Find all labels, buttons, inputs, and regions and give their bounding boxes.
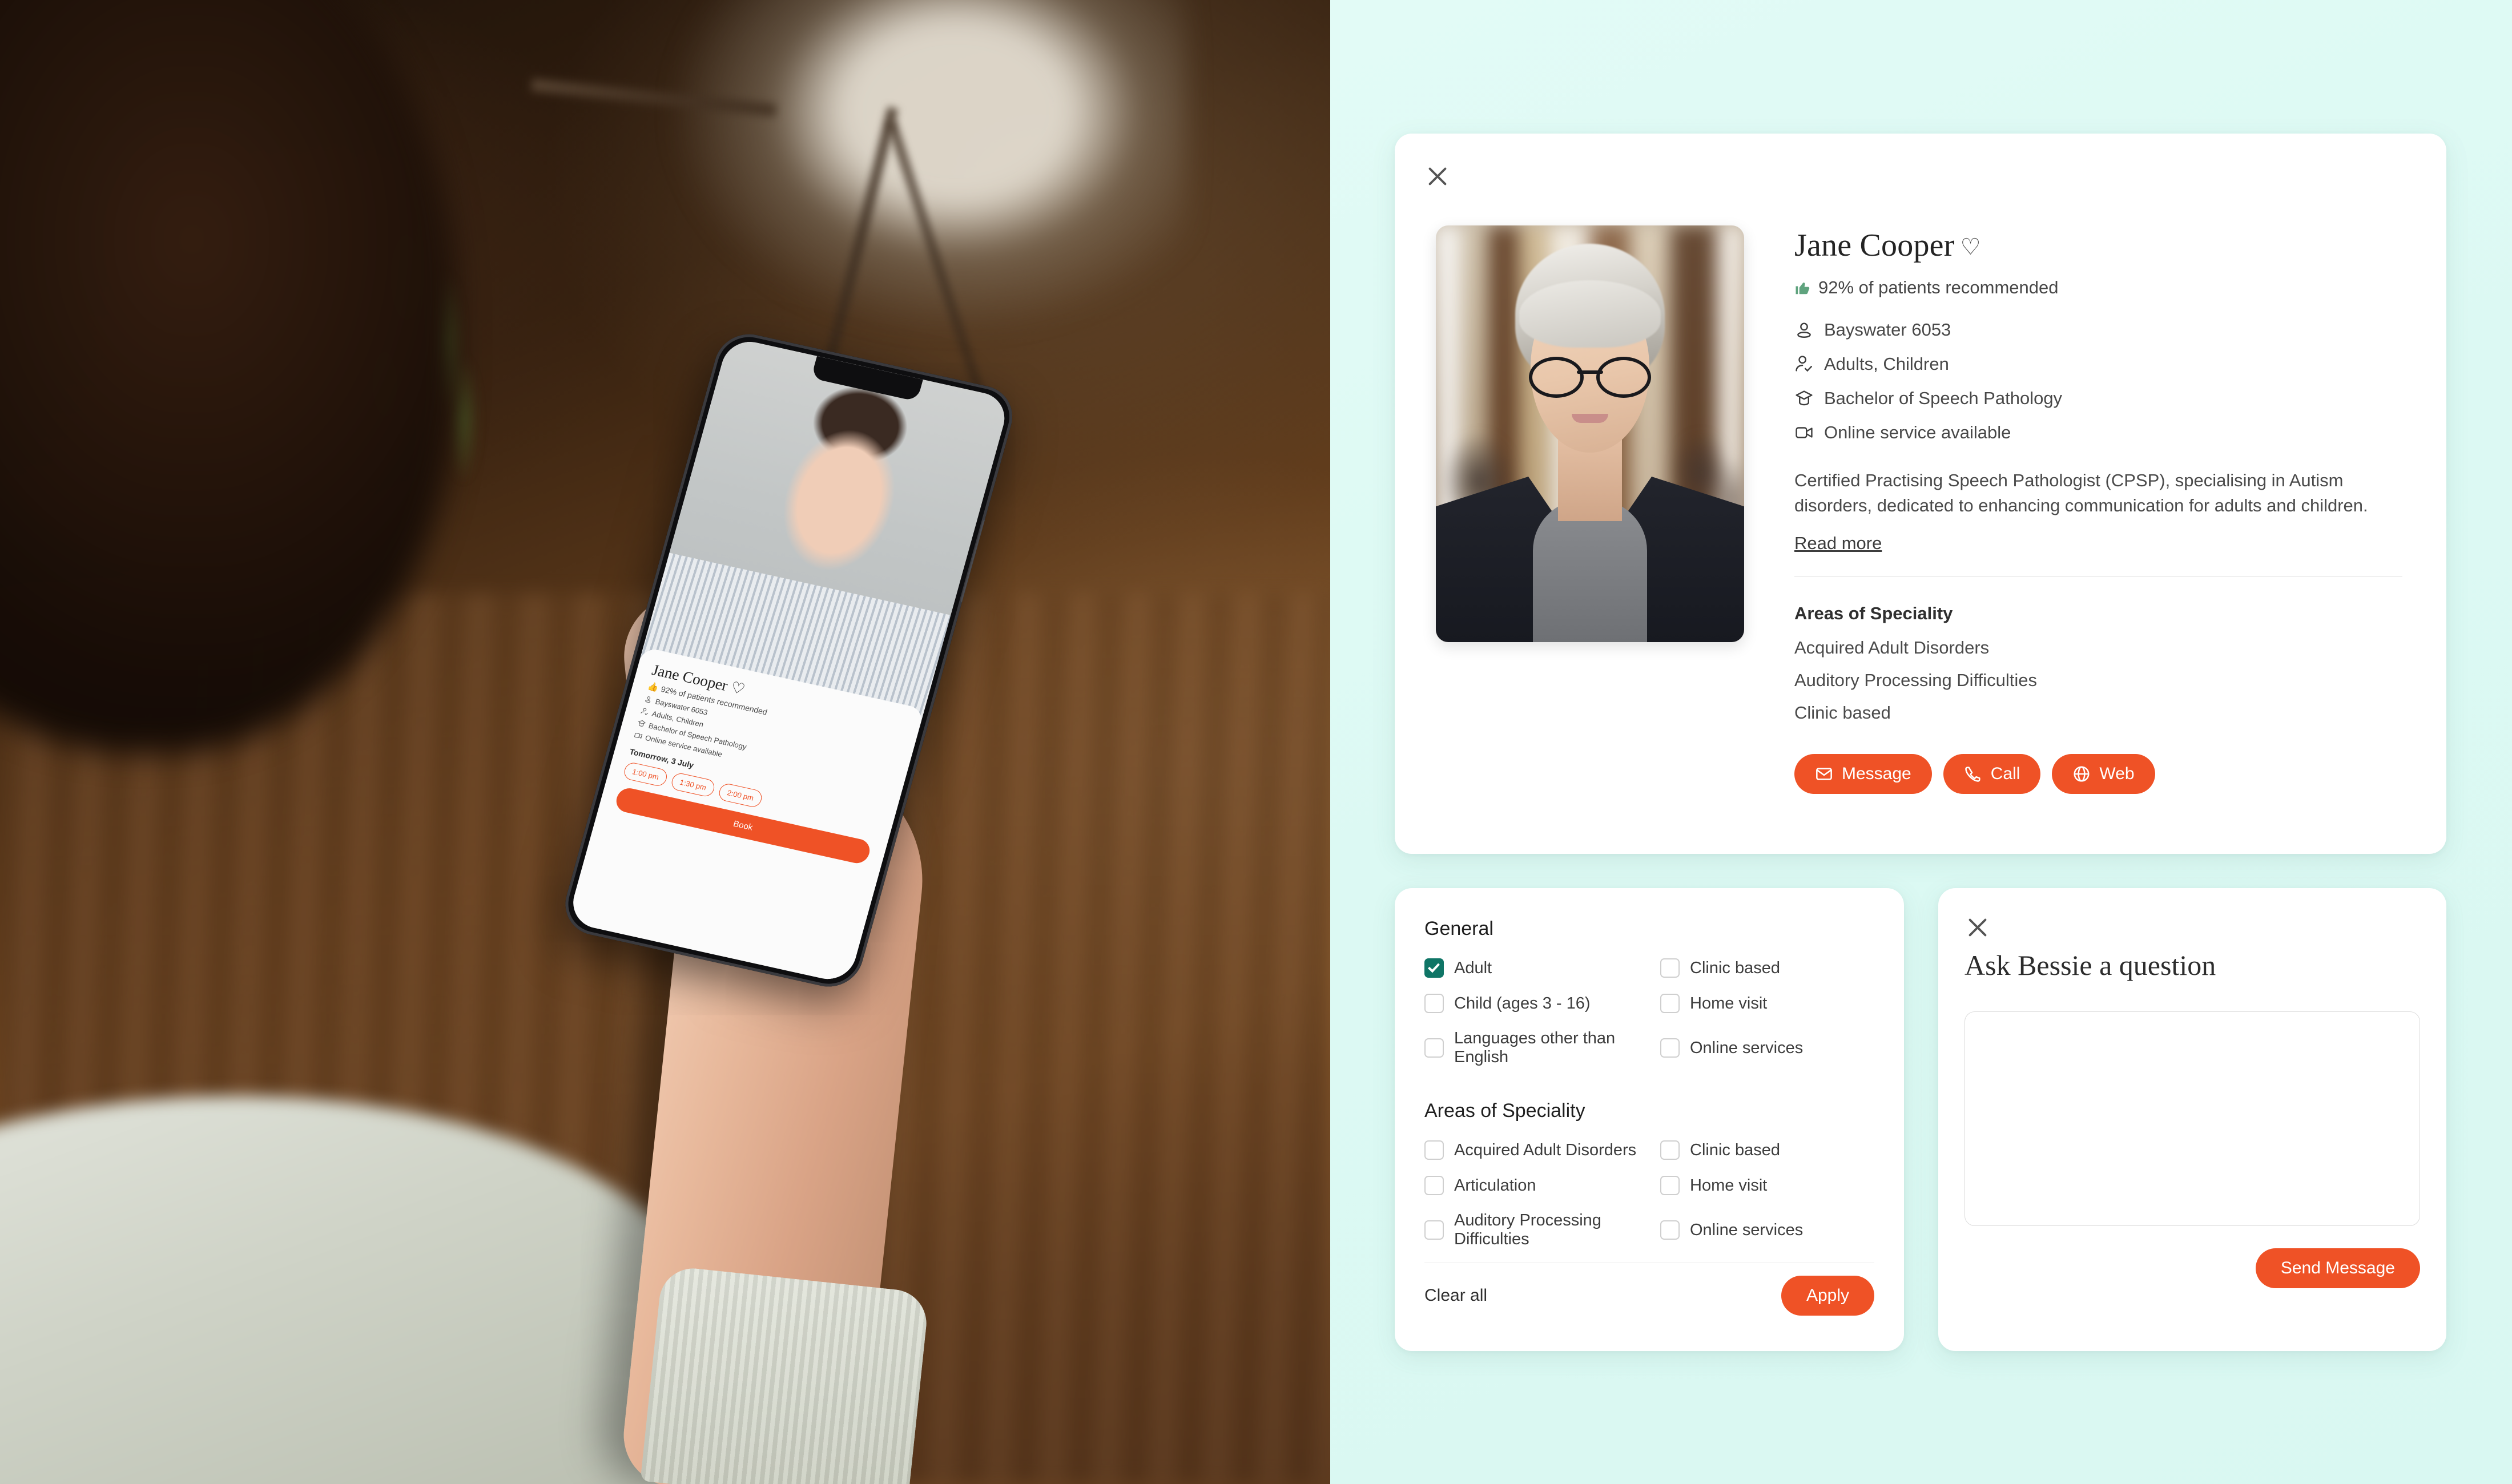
list-item: Auditory Processing Difficulties (1794, 670, 2037, 690)
filter-general-grid: Adult Clinic based Child (ages 3 - 16) H… (1424, 958, 1874, 1067)
close-icon[interactable] (1424, 163, 1451, 189)
avatar-glasses (1529, 357, 1651, 398)
thumbs-up-icon: 👍 (646, 681, 660, 693)
ui-panel: Jane Cooper ♡ 92% of patients recommended… (1330, 0, 2512, 1484)
message-input[interactable] (1964, 1011, 2420, 1226)
heart-icon: ♡ (728, 678, 747, 698)
phone-slot[interactable]: 1:30 pm (670, 771, 716, 799)
phone-icon (1964, 767, 1980, 782)
checkbox[interactable] (1660, 1220, 1680, 1240)
avatar (1436, 225, 1744, 642)
meta-online-text: Online service available (1824, 422, 2011, 442)
phone-slot[interactable]: 2:00 pm (717, 782, 764, 809)
speciality-heading: Areas of Speciality (1794, 603, 1953, 623)
phone-slot[interactable]: 1:00 pm (622, 761, 669, 788)
video-camera-icon (1796, 427, 1813, 438)
avatar-mouth (1572, 414, 1608, 423)
filter-option-adult[interactable]: Adult (1424, 958, 1639, 978)
filter-speciality-heading: Areas of Speciality (1424, 1100, 1585, 1122)
meta-qualification: Bachelor of Speech Pathology (1794, 388, 2410, 409)
checkbox[interactable] (1660, 994, 1680, 1013)
checkbox[interactable] (1424, 1140, 1444, 1160)
profile-actions: Message Call Web (1794, 753, 2410, 794)
profile-description: Certified Practising Speech Pathologist … (1794, 470, 2368, 515)
graduation-cap-icon (1796, 390, 1813, 406)
location-pin-icon (645, 696, 651, 703)
profile-body: Jane Cooper ♡ 92% of patients recommended… (1436, 225, 2410, 794)
checkbox[interactable] (1660, 958, 1680, 978)
meta-audience-text: Adults, Children (1824, 353, 1949, 374)
ask-footer: Send Message (1964, 1248, 2420, 1288)
checkbox[interactable] (1660, 1038, 1680, 1058)
filter-option-acquired-adult-disorders[interactable]: Acquired Adult Disorders (1424, 1140, 1639, 1160)
divider (1794, 576, 2402, 577)
ask-title: Ask Bessie a question (1964, 949, 2216, 981)
location-pin-icon (1797, 322, 1811, 338)
mail-icon (1816, 768, 1832, 780)
meta-qualification-text: Bachelor of Speech Pathology (1824, 388, 2063, 408)
filter-option-languages[interactable]: Languages other than English (1424, 1029, 1639, 1067)
filter-option-spec-online-services[interactable]: Online services (1660, 1211, 1874, 1249)
recommendation-text: 92% of patients recommended (1818, 277, 2059, 297)
meta-online: Online service available (1794, 422, 2410, 443)
ask-question-card: Ask Bessie a question Send Message (1938, 888, 2446, 1351)
checkbox[interactable] (1424, 1176, 1444, 1195)
filter-option-auditory-processing[interactable]: Auditory Processing Difficulties (1424, 1211, 1639, 1249)
checkbox[interactable] (1660, 1176, 1680, 1195)
web-button[interactable]: Web (2052, 753, 2155, 794)
meta-location: Bayswater 6053 (1794, 320, 2410, 340)
filter-general-heading: General (1424, 918, 1493, 939)
speciality-list: Acquired Adult Disorders Auditory Proces… (1794, 638, 2410, 723)
meta-location-text: Bayswater 6053 (1824, 319, 1951, 340)
list-item: Clinic based (1794, 702, 1891, 723)
checkbox[interactable] (1424, 994, 1444, 1013)
meta-audience: Adults, Children (1794, 354, 2410, 374)
checkbox[interactable] (1424, 958, 1444, 978)
list-item: Acquired Adult Disorders (1794, 637, 1990, 658)
filter-option-home-visit[interactable]: Home visit (1660, 994, 1874, 1013)
profile-card: Jane Cooper ♡ 92% of patients recommended… (1395, 134, 2446, 854)
thumbs-up-icon (1794, 279, 1811, 296)
graduation-cap-icon (638, 720, 646, 727)
message-button[interactable]: Message (1794, 753, 1932, 794)
filter-option-child[interactable]: Child (ages 3 - 16) (1424, 994, 1639, 1013)
globe-icon (2074, 766, 2090, 782)
call-button-label: Call (1990, 764, 2020, 783)
web-button-label: Web (2099, 764, 2135, 783)
filter-option-spec-home-visit[interactable]: Home visit (1660, 1176, 1874, 1195)
checkbox[interactable] (1424, 1038, 1444, 1058)
message-button-label: Message (1842, 764, 1911, 783)
user-check-icon (1796, 356, 1812, 372)
filter-option-clinic-based[interactable]: Clinic based (1660, 958, 1874, 978)
video-camera-icon (634, 733, 643, 739)
filter-card: General Adult Clinic based Child (ages 3… (1395, 888, 1904, 1351)
profile-meta-list: Bayswater 6053 Adults, Children Bachelor… (1794, 320, 2410, 443)
filter-option-spec-clinic-based[interactable]: Clinic based (1660, 1140, 1874, 1160)
apply-button[interactable]: Apply (1781, 1276, 1874, 1316)
filter-speciality-grid: Acquired Adult Disorders Clinic based Ar… (1424, 1140, 1874, 1249)
sleeve-cuff (640, 1265, 930, 1484)
hero-photograph: Jane Cooper ♡ 👍 92% of patients recommen… (0, 0, 1330, 1484)
checkbox[interactable] (1660, 1140, 1680, 1160)
heart-icon[interactable]: ♡ (1961, 234, 1981, 260)
user-check-icon (641, 708, 649, 716)
send-message-button[interactable]: Send Message (2255, 1248, 2420, 1288)
page-title: Jane Cooper ♡ (1794, 229, 2410, 263)
filter-option-online-services[interactable]: Online services (1660, 1029, 1874, 1067)
avatar-fringe (1519, 280, 1661, 348)
checkbox[interactable] (1424, 1220, 1444, 1240)
recommendation-badge: 92% of patients recommended (1794, 277, 2410, 298)
profile-name: Jane Cooper (1794, 228, 1955, 263)
profile-info: Jane Cooper ♡ 92% of patients recommended… (1794, 225, 2410, 794)
clear-all-button[interactable]: Clear all (1424, 1286, 1487, 1305)
filter-option-articulation[interactable]: Articulation (1424, 1176, 1639, 1195)
call-button[interactable]: Call (1943, 753, 2041, 794)
screenshot-root: Jane Cooper ♡ 👍 92% of patients recommen… (0, 0, 2512, 1484)
chair-blur (674, 0, 1187, 331)
filter-footer: Clear all Apply (1424, 1276, 1874, 1316)
read-more-link[interactable]: Read more (1794, 533, 1882, 554)
